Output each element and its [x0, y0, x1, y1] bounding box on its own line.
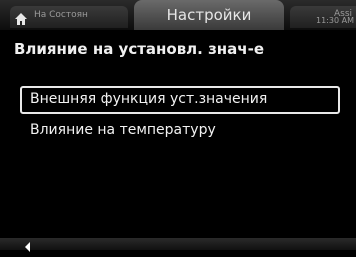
menu-list: Внешняя функция уст.значения Влияние на …	[20, 86, 340, 148]
back-arrow-icon[interactable]	[22, 238, 34, 252]
tab-home-label: На Состоян	[34, 10, 88, 20]
tab-settings[interactable]: Настройки	[134, 0, 284, 30]
home-icon	[14, 11, 28, 25]
bottom-bar	[0, 238, 356, 252]
menu-item-label: Влияние на температуру	[30, 122, 216, 138]
clock: 11:30 AM	[316, 16, 354, 25]
menu-item-temperature-influence[interactable]: Влияние на температуру	[20, 118, 340, 144]
top-tab-bar: На Состоян Настройки Assi 11:30 AM	[0, 0, 356, 30]
page-title: Влияние на установл. знач-е	[14, 40, 264, 58]
menu-item-external-setpoint[interactable]: Внешняя функция уст.значения	[20, 86, 340, 114]
tab-settings-label: Настройки	[166, 6, 252, 24]
menu-item-label: Внешняя функция уст.значения	[30, 91, 268, 107]
device-screen: На Состоян Настройки Assi 11:30 AM Влиян…	[0, 0, 356, 252]
tab-home-status[interactable]: На Состоян	[10, 6, 128, 28]
